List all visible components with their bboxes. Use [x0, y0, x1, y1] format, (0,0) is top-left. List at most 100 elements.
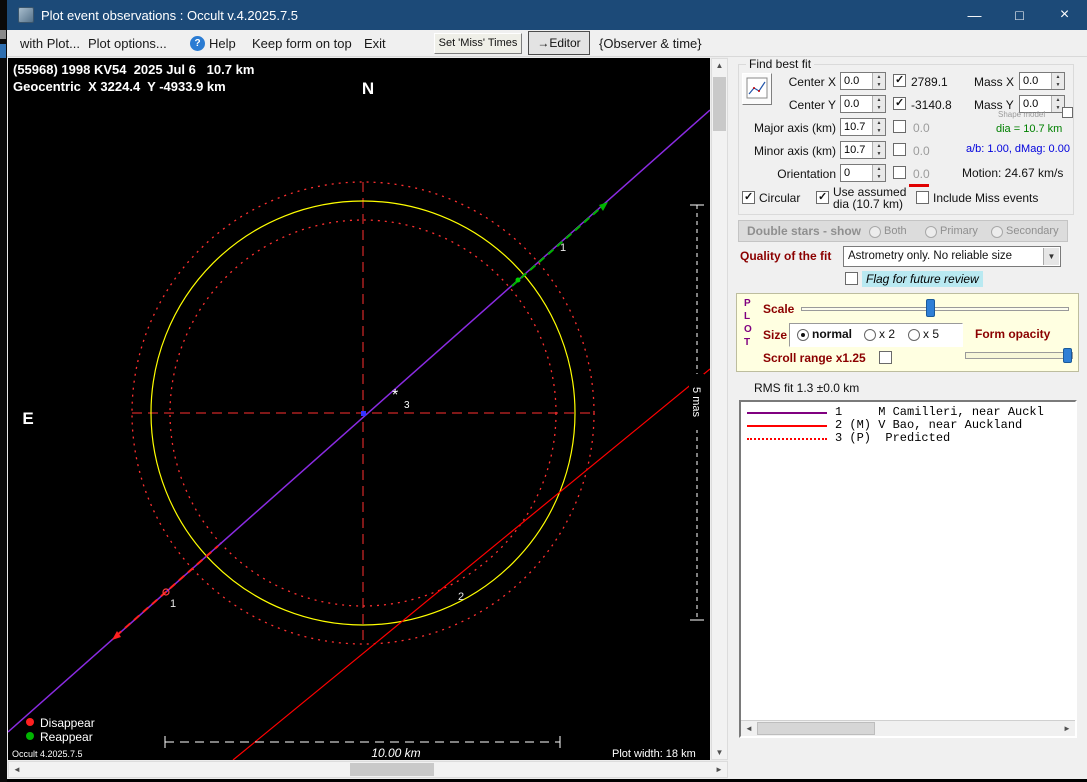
scroll-right-icon[interactable]: ►	[713, 765, 725, 774]
reappear-marker	[516, 278, 521, 283]
observer-time-label[interactable]: {Observer & time}	[599, 36, 702, 51]
scroll-left-icon[interactable]: ◄	[743, 724, 755, 733]
spinner-arrows[interactable]: ▲▼	[872, 73, 885, 89]
major-axis-fit-value: 0.0	[913, 121, 930, 135]
major-axis-fit-checkbox[interactable]	[893, 120, 906, 133]
menu-with-plot[interactable]: with Plot...	[20, 36, 80, 51]
scroll-right-icon[interactable]: ►	[1061, 724, 1073, 733]
circular-checkbox[interactable]	[742, 191, 755, 204]
menu-help[interactable]: Help	[209, 36, 236, 51]
major-axis-spinner[interactable]: 10.7 ▲▼	[840, 118, 886, 136]
spinner-arrows[interactable]: ▲▼	[872, 142, 885, 158]
background-window-edge	[0, 0, 7, 782]
orientation-indicator-icon	[909, 184, 929, 187]
plot-horizontal-scrollbar[interactable]: ◄ ►	[8, 761, 728, 778]
scroll-down-icon[interactable]: ▼	[712, 748, 727, 757]
rms-fit-label: RMS fit 1.3 ±0.0 km	[754, 381, 859, 395]
predicted-line-sample	[747, 438, 827, 440]
double-secondary-label: Secondary	[1006, 225, 1059, 237]
mass-x-spinner[interactable]: 0.0 ▲▼	[1019, 72, 1065, 90]
horizontal-scroll-thumb[interactable]	[350, 763, 434, 776]
combo-arrow-icon[interactable]: ▼	[1043, 248, 1059, 265]
double-secondary-radio[interactable]	[991, 226, 1003, 238]
chord2-label: 2	[458, 591, 464, 603]
x-offset-value: 2789.1	[911, 75, 948, 89]
use-assumed-label-line2: dia (10.7 km)	[833, 197, 903, 211]
major-axis-label: Major axis (km)	[746, 121, 836, 135]
flag-review-label: Flag for future review	[862, 271, 983, 287]
double-both-radio[interactable]	[869, 226, 881, 238]
size-normal-label: normal	[812, 327, 852, 341]
shape-model-checkbox[interactable]	[1062, 107, 1073, 118]
spinner-arrows[interactable]: ▲▼	[872, 96, 885, 112]
dia-value-label: dia = 10.7 km	[996, 123, 1062, 135]
legend-reappear: Reappear	[40, 730, 93, 744]
menu-bar: with Plot... Plot options... ? Help Keep…	[7, 30, 1087, 57]
scroll-range-label: Scroll range x1.25	[763, 351, 866, 365]
size-normal-radio[interactable]	[797, 329, 809, 341]
observation-row[interactable]: 3 (P) Predicted	[835, 432, 950, 445]
use-assumed-dia-checkbox[interactable]	[816, 191, 829, 204]
best-fit-plot-icon	[743, 74, 771, 104]
east-label: E	[22, 409, 33, 428]
orientation-fit-checkbox[interactable]	[893, 166, 906, 179]
predicted-star-marker: *	[392, 387, 398, 404]
chord1-disappear-label: 1	[170, 598, 176, 610]
scroll-left-icon[interactable]: ◄	[11, 765, 23, 774]
scale-slider-track[interactable]	[801, 307, 1069, 311]
size-x2-radio[interactable]	[864, 329, 876, 341]
spinner-arrows[interactable]: ▲▼	[872, 165, 885, 181]
menu-exit[interactable]: Exit	[364, 36, 386, 51]
reappear-dot-icon	[26, 732, 34, 740]
double-stars-bar: Double stars - show Both Primary Seconda…	[738, 220, 1068, 242]
spinner-arrows[interactable]: ▲▼	[872, 119, 885, 135]
listbox-horizontal-scrollbar[interactable]: ◄ ►	[741, 720, 1075, 736]
form-opacity-label: Form opacity	[975, 327, 1050, 341]
plot-letter-t: T	[744, 337, 750, 348]
chord1-reappear-label: 1	[560, 242, 566, 254]
menu-keep-on-top[interactable]: Keep form on top	[252, 36, 352, 51]
legend-disappear: Disappear	[40, 716, 95, 730]
maximize-button[interactable]: □	[997, 0, 1042, 30]
opacity-slider-track[interactable]	[965, 352, 1073, 359]
size-label: Size	[763, 328, 787, 342]
plot-vertical-scrollbar[interactable]: ▲ ▼	[711, 58, 728, 760]
center-marker	[361, 411, 366, 416]
reappear-arrow-icon	[599, 202, 608, 211]
shape-model-label: Shape model	[998, 110, 1045, 119]
observations-listbox[interactable]: 1 M Camilleri, near Auckl 2 (M) V Bao, n…	[739, 400, 1077, 738]
scroll-up-icon[interactable]: ▲	[712, 61, 727, 70]
x-offset-checkbox[interactable]	[893, 74, 906, 87]
flag-review-checkbox[interactable]	[845, 272, 858, 285]
title-bar: Plot event observations : Occult v.4.202…	[7, 0, 1087, 30]
y-offset-checkbox[interactable]	[893, 97, 906, 110]
center-x-spinner[interactable]: 0.0 ▲▼	[840, 72, 886, 90]
scroll-range-checkbox[interactable]	[879, 351, 892, 364]
menu-plot-options[interactable]: Plot options...	[88, 36, 167, 51]
scale-slider-thumb[interactable]	[926, 299, 935, 317]
quality-combobox[interactable]: Astrometry only. No reliable size ▼	[843, 246, 1061, 267]
double-stars-label: Double stars - show	[747, 224, 861, 238]
close-button[interactable]: ×	[1042, 0, 1087, 30]
vertical-scroll-thumb[interactable]	[713, 77, 726, 131]
opacity-slider-thumb[interactable]	[1063, 348, 1072, 363]
orientation-spinner[interactable]: 0 ▲▼	[840, 164, 886, 182]
editor-button[interactable]: →Editor	[528, 31, 590, 55]
spinner-arrows[interactable]: ▲▼	[1051, 73, 1064, 89]
center-y-spinner[interactable]: 0.0 ▲▼	[840, 95, 886, 113]
listbox-scroll-thumb[interactable]	[757, 722, 875, 735]
size-x5-radio[interactable]	[908, 329, 920, 341]
plot-letter-o: O	[744, 324, 752, 335]
window-title: Plot event observations : Occult v.4.202…	[41, 8, 298, 23]
help-icon[interactable]: ?	[190, 36, 205, 51]
best-fit-plot-button[interactable]	[742, 73, 772, 105]
plot-area[interactable]: * 3 1 1 2 (55968) 1998 KV54 2025 Jul 6 1…	[8, 58, 710, 760]
minor-axis-fit-checkbox[interactable]	[893, 143, 906, 156]
center-y-label: Center Y	[776, 98, 836, 112]
double-primary-radio[interactable]	[925, 226, 937, 238]
minimize-button[interactable]: —	[952, 0, 997, 30]
size-option-group: normal x 2 x 5	[789, 323, 963, 347]
set-miss-times-button[interactable]: Set 'Miss' Times	[434, 33, 522, 54]
minor-axis-spinner[interactable]: 10.7 ▲▼	[840, 141, 886, 159]
include-miss-checkbox[interactable]	[916, 191, 929, 204]
